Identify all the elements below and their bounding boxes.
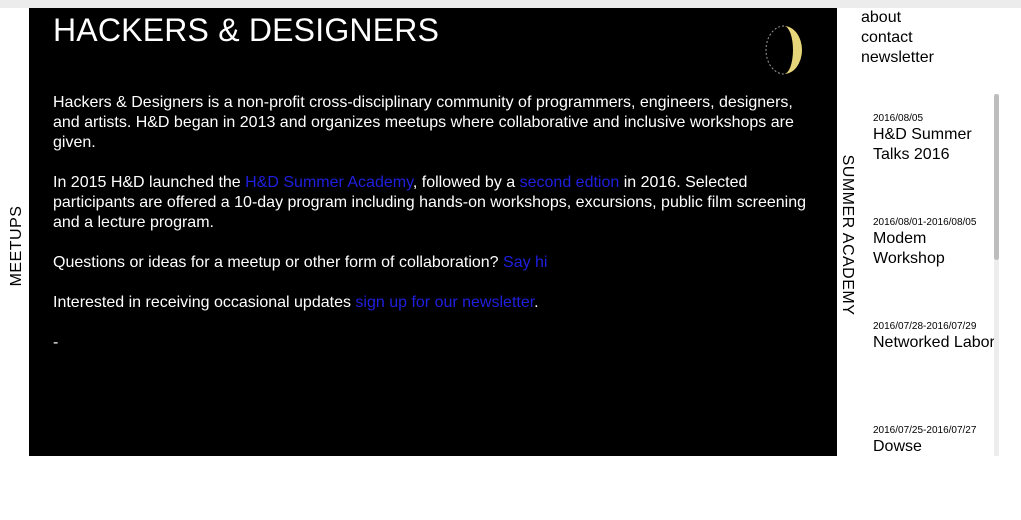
intro-paragraph-3: Questions or ideas for a meetup or other… [53, 254, 548, 271]
event-list-scrollbar-thumb[interactable] [994, 94, 999, 260]
event-item[interactable]: 2016/07/25-2016/07/27 Dowse [873, 424, 995, 520]
say-hi-link[interactable]: Say hi [503, 254, 547, 271]
newsletter-signup-link[interactable]: sign up for our newsletter [355, 294, 534, 311]
summer-academy-link[interactable]: H&D Summer Academy [245, 174, 413, 191]
moon-icon [765, 25, 802, 75]
event-item[interactable]: 2016/08/01-2016/08/05 Modem Workshop [873, 216, 995, 312]
nav-contact[interactable]: contact [861, 28, 934, 48]
intro-paragraph-4: Interested in receiving occasional updat… [53, 294, 539, 311]
top-bar [0, 0, 1021, 8]
top-nav: about contact newsletter [861, 8, 934, 68]
nav-newsletter[interactable]: newsletter [861, 48, 934, 68]
event-list: 2016/08/05 H&D Summer Talks 2016 2016/08… [873, 104, 995, 520]
meetups-vertical-label[interactable]: MEETUPS [8, 206, 26, 287]
intro-dash: - [53, 334, 59, 351]
intro-text: Hackers & Designers is a non-profit cros… [53, 93, 813, 373]
second-edition-link[interactable]: second edtion [520, 174, 620, 191]
event-item[interactable]: 2016/07/28-2016/07/29 Networked Labor [873, 320, 995, 416]
event-date: 2016/07/28-2016/07/29 [873, 321, 977, 332]
main-content: HACKERS & DESIGNERS Hackers & Designers … [29, 8, 837, 456]
event-date: 2016/08/01-2016/08/05 [873, 217, 977, 228]
event-item[interactable]: 2016/08/05 H&D Summer Talks 2016 [873, 112, 995, 208]
event-date: 2016/07/25-2016/07/27 [873, 425, 977, 436]
summer-academy-vertical-label[interactable]: SUMMER ACADEMY [838, 155, 856, 316]
nav-about[interactable]: about [861, 8, 934, 28]
event-title[interactable]: H&D Summer Talks 2016 [873, 125, 995, 165]
event-title[interactable]: Networked Labor [873, 333, 995, 353]
event-title[interactable]: Dowse [873, 437, 995, 457]
event-title[interactable]: Modem Workshop [873, 229, 995, 269]
site-title[interactable]: HACKERS & DESIGNERS [53, 12, 439, 49]
intro-paragraph-2: In 2015 H&D launched the H&D Summer Acad… [53, 174, 806, 231]
intro-paragraph-1: Hackers & Designers is a non-profit cros… [53, 94, 794, 151]
event-date: 2016/08/05 [873, 113, 924, 124]
